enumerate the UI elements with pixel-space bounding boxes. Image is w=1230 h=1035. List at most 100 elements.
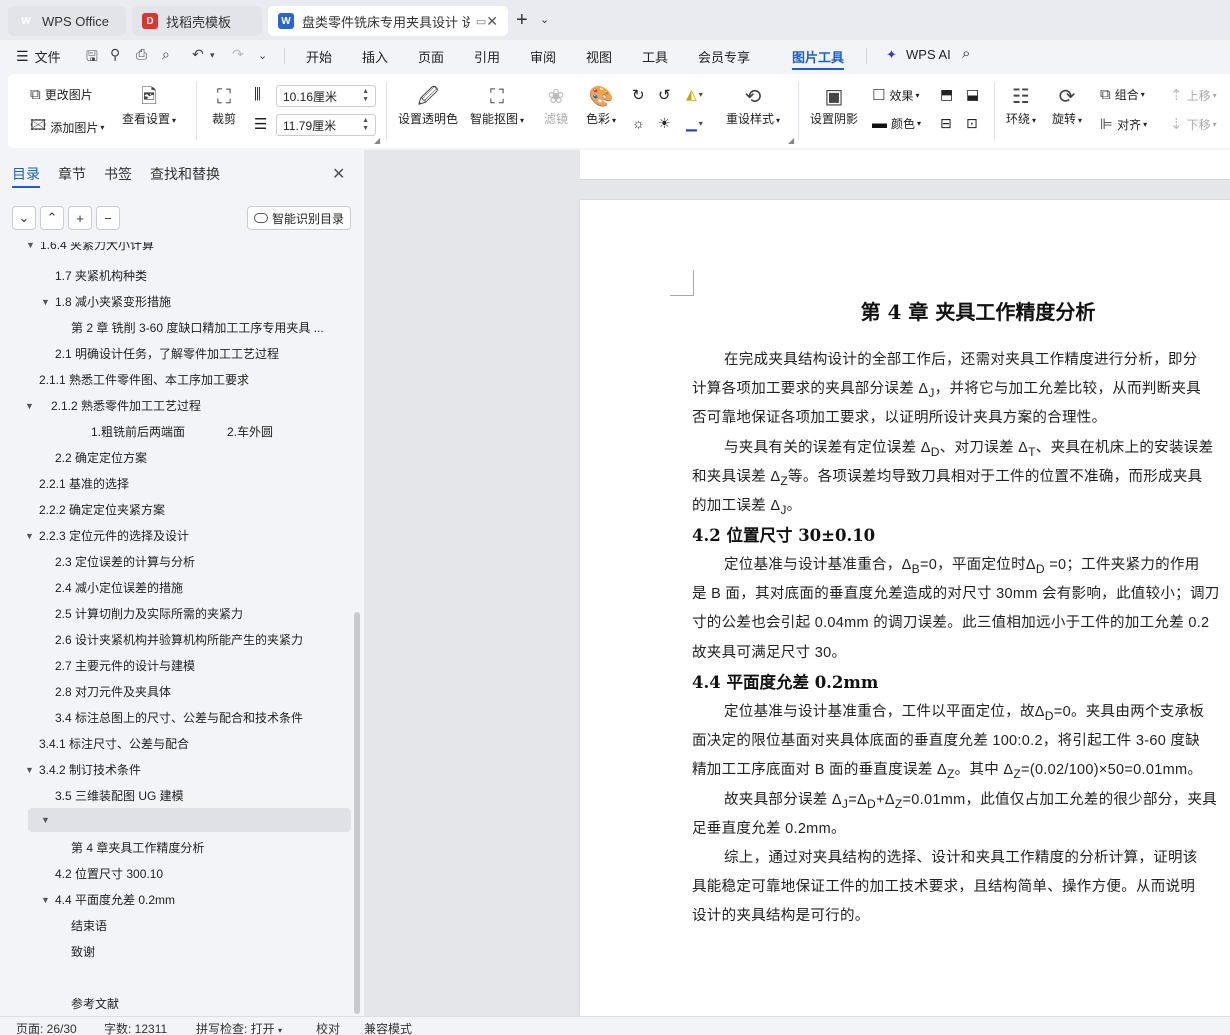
highlight-icon[interactable]: ◭ ▾ bbox=[686, 86, 703, 103]
expand-arrow-icon[interactable]: ▼ bbox=[41, 895, 50, 905]
toc-item[interactable]: 1.粗铣前后两端面 bbox=[91, 423, 185, 440]
expand-arrow-icon[interactable]: ▼ bbox=[26, 242, 35, 250]
word-count[interactable]: 字数: 12311 bbox=[104, 1020, 167, 1035]
wps-ai-button[interactable]: WPS AI bbox=[906, 47, 951, 62]
view-settings-button[interactable]: 🖻 查看设置 ▾ bbox=[122, 84, 176, 127]
toc-item[interactable]: 2.8 对刀元件及夹具体 bbox=[55, 683, 171, 700]
new-tab-icon[interactable]: + bbox=[516, 9, 528, 32]
expand-arrow-icon[interactable]: ▼ bbox=[25, 765, 34, 775]
wrap-button[interactable]: ☷ 环绕 ▾ bbox=[1006, 84, 1036, 127]
close-tab-icon[interactable]: ✕ bbox=[486, 13, 498, 30]
toc-item[interactable]: 2.6 设计夹紧机构并验算机构所能产生的夹紧力 bbox=[55, 631, 303, 648]
rotate-button[interactable]: ⟳ 旋转 ▾ bbox=[1052, 84, 1082, 127]
color-button[interactable]: 🎨 色彩 ▾ bbox=[586, 84, 616, 127]
proofread-button[interactable]: 校对 bbox=[316, 1020, 340, 1035]
smart-cutout-button[interactable]: ⛶ 智能抠图 ▾ bbox=[470, 84, 524, 127]
undo-chevron-icon[interactable]: ▾ bbox=[210, 50, 215, 61]
layout-icon[interactable]: ⊡ bbox=[966, 115, 978, 132]
wps-ai-icon[interactable]: ✦ bbox=[886, 47, 897, 63]
toc-item[interactable]: 结束语 bbox=[71, 917, 107, 934]
search-icon[interactable]: ⌕ bbox=[962, 45, 970, 62]
expand-arrow-icon[interactable]: ▼ bbox=[41, 815, 50, 825]
monitor-icon[interactable]: ▭ bbox=[476, 15, 486, 28]
spell-check[interactable]: 拼写检查: 打开 ▾ bbox=[196, 1020, 282, 1035]
brightness-up-icon[interactable]: ☼ bbox=[632, 115, 645, 131]
toc-item[interactable]: 2.4 减小定位误差的措施 bbox=[55, 579, 183, 596]
tab-chapters[interactable]: 章节 bbox=[58, 164, 86, 184]
add-image-button[interactable]: 🖾 添加图片 ▾ bbox=[30, 115, 104, 140]
change-image-button[interactable]: ⧉ 更改图片 bbox=[30, 86, 93, 103]
panel-scrollbar[interactable] bbox=[354, 612, 360, 1014]
remove-heading-icon[interactable]: − bbox=[96, 206, 120, 230]
tab-template[interactable]: D 找稻壳模板 bbox=[132, 6, 262, 36]
align-button[interactable]: ⊫ 对齐 ▾ bbox=[1100, 115, 1147, 133]
toc-selected-row[interactable] bbox=[28, 808, 351, 832]
set-shadow-button[interactable]: ▣ 设置阴影 bbox=[810, 84, 858, 127]
toc-item[interactable]: 2.2.1 基准的选择 bbox=[39, 475, 129, 492]
toc-item[interactable]: 2.7 主要元件的设计与建模 bbox=[55, 657, 195, 674]
menu-page[interactable]: 页面 bbox=[418, 47, 444, 66]
bring-forward-icon[interactable]: ⬒ bbox=[940, 86, 953, 103]
spinner-icon[interactable]: ▲ ▼ bbox=[362, 88, 369, 104]
height-input[interactable]: 11.79厘米 ▲ ▼ bbox=[276, 114, 376, 136]
menu-review[interactable]: 审阅 bbox=[530, 47, 556, 66]
print-icon[interactable]: ⎙ bbox=[136, 46, 147, 63]
expand-arrow-icon[interactable]: ▼ bbox=[25, 531, 34, 541]
collapse-up-icon[interactable]: ⌃ bbox=[40, 206, 64, 230]
toc-item[interactable]: 1.7 夹紧机构种类 bbox=[55, 267, 147, 284]
toc-item[interactable]: 1.8 减小夹紧变形措施 bbox=[55, 293, 171, 310]
toc-item[interactable]: 1.6.4 夹紧力大小计算 bbox=[40, 242, 154, 253]
flip-icon[interactable]: ⊟ bbox=[940, 115, 952, 132]
tab-find-replace[interactable]: 查找和替换 bbox=[150, 164, 220, 184]
toc-item[interactable]: 3.4.1 标注尺寸、公差与配合 bbox=[39, 735, 189, 752]
toc-item[interactable]: 2.1.2 熟悉零件加工工艺过程 bbox=[51, 397, 201, 414]
save-icon[interactable]: 🖫 bbox=[86, 46, 98, 70]
width-input[interactable]: 10.16厘米 ▲ ▼ bbox=[276, 85, 376, 107]
toc-item[interactable]: 3.4 标注总图上的尺寸、公差与配合和技术条件 bbox=[55, 709, 303, 726]
toc-item[interactable]: 4.2 位置尺寸 300.10 bbox=[55, 865, 163, 882]
print-preview-icon[interactable]: ⌕ bbox=[162, 46, 170, 63]
share-icon[interactable]: ⚲ bbox=[110, 46, 120, 63]
outline-color-icon[interactable]: ▁ ▾ bbox=[686, 115, 703, 132]
toc-item[interactable]: 2.2 确定定位方案 bbox=[55, 449, 147, 466]
expand-corner-icon[interactable]: ◢ bbox=[374, 136, 380, 145]
expand-arrow-icon[interactable]: ▼ bbox=[25, 401, 34, 411]
tab-bookmarks[interactable]: 书签 bbox=[104, 164, 132, 184]
contrast-up-icon[interactable]: ↻ bbox=[632, 86, 645, 104]
fill-color-button[interactable]: ▬ 颜色 ▾ bbox=[872, 115, 921, 132]
brightness-down-icon[interactable]: ☀ bbox=[658, 115, 671, 132]
tab-document[interactable]: W 盘类零件铣床专用夹具设计 说 ▭ ✕ bbox=[268, 6, 508, 36]
toc-item[interactable]: 3.4.2 制订技术条件 bbox=[39, 761, 141, 778]
toc-item[interactable]: 2.2.3 定位元件的选择及设计 bbox=[39, 527, 189, 544]
toc-item[interactable]: 第 2 章 铣削 3-60 度缺口精加工工序专用夹具 ... bbox=[71, 319, 324, 336]
expand-corner-icon[interactable]: ◢ bbox=[788, 136, 794, 145]
toc-item[interactable]: 2.车外圆 bbox=[227, 423, 273, 440]
expand-arrow-icon[interactable]: ▼ bbox=[41, 297, 50, 307]
toc-item[interactable]: 参考文献 bbox=[71, 995, 119, 1012]
contrast-down-icon[interactable]: ↺ bbox=[658, 86, 671, 104]
menu-home[interactable]: 开始 bbox=[306, 47, 332, 66]
toc-item[interactable]: 2.1 明确设计任务，了解零件加工工艺过程 bbox=[55, 345, 279, 362]
menu-view[interactable]: 视图 bbox=[586, 47, 612, 66]
toc-item[interactable]: 2.1.1 熟悉工件零件图、本工序加工要求 bbox=[39, 371, 249, 388]
menu-picture-tools[interactable]: 图片工具 bbox=[792, 47, 844, 66]
toc-item[interactable]: 致谢 bbox=[71, 943, 95, 960]
menu-member[interactable]: 会员专享 bbox=[698, 47, 750, 66]
reset-style-button[interactable]: ⟲ 重设样式 ▾ bbox=[726, 84, 780, 127]
send-backward-icon[interactable]: ⬓ bbox=[966, 86, 979, 103]
smart-toc-button[interactable]: 智能识别目录 bbox=[247, 206, 351, 230]
toc-item[interactable]: 2.5 计算切削力及实际所需的夹紧力 bbox=[55, 605, 243, 622]
menu-insert[interactable]: 插入 bbox=[362, 47, 388, 66]
more-chevron-icon[interactable]: ⌄ bbox=[258, 49, 267, 62]
tab-list-chevron-icon[interactable]: ⌄ bbox=[540, 13, 549, 26]
page-indicator[interactable]: 页面: 26/30 bbox=[16, 1020, 77, 1035]
toc-item[interactable]: 2.2.2 确定定位夹紧方案 bbox=[39, 501, 165, 518]
tab-toc[interactable]: 目录 bbox=[12, 164, 40, 184]
tab-wps-office[interactable]: W WPS Office bbox=[8, 6, 126, 36]
set-transparent-button[interactable]: 🖉 设置透明色 bbox=[398, 84, 458, 127]
collapse-down-icon[interactable]: ⌄ bbox=[12, 206, 36, 230]
toc-item[interactable]: 4.4 平面度允差 0.2mm bbox=[55, 891, 175, 908]
undo-icon[interactable]: ↶ bbox=[192, 46, 204, 63]
toc-item[interactable]: 2.3 定位误差的计算与分析 bbox=[55, 553, 195, 570]
file-menu[interactable]: ☰ 文件 bbox=[16, 47, 61, 66]
